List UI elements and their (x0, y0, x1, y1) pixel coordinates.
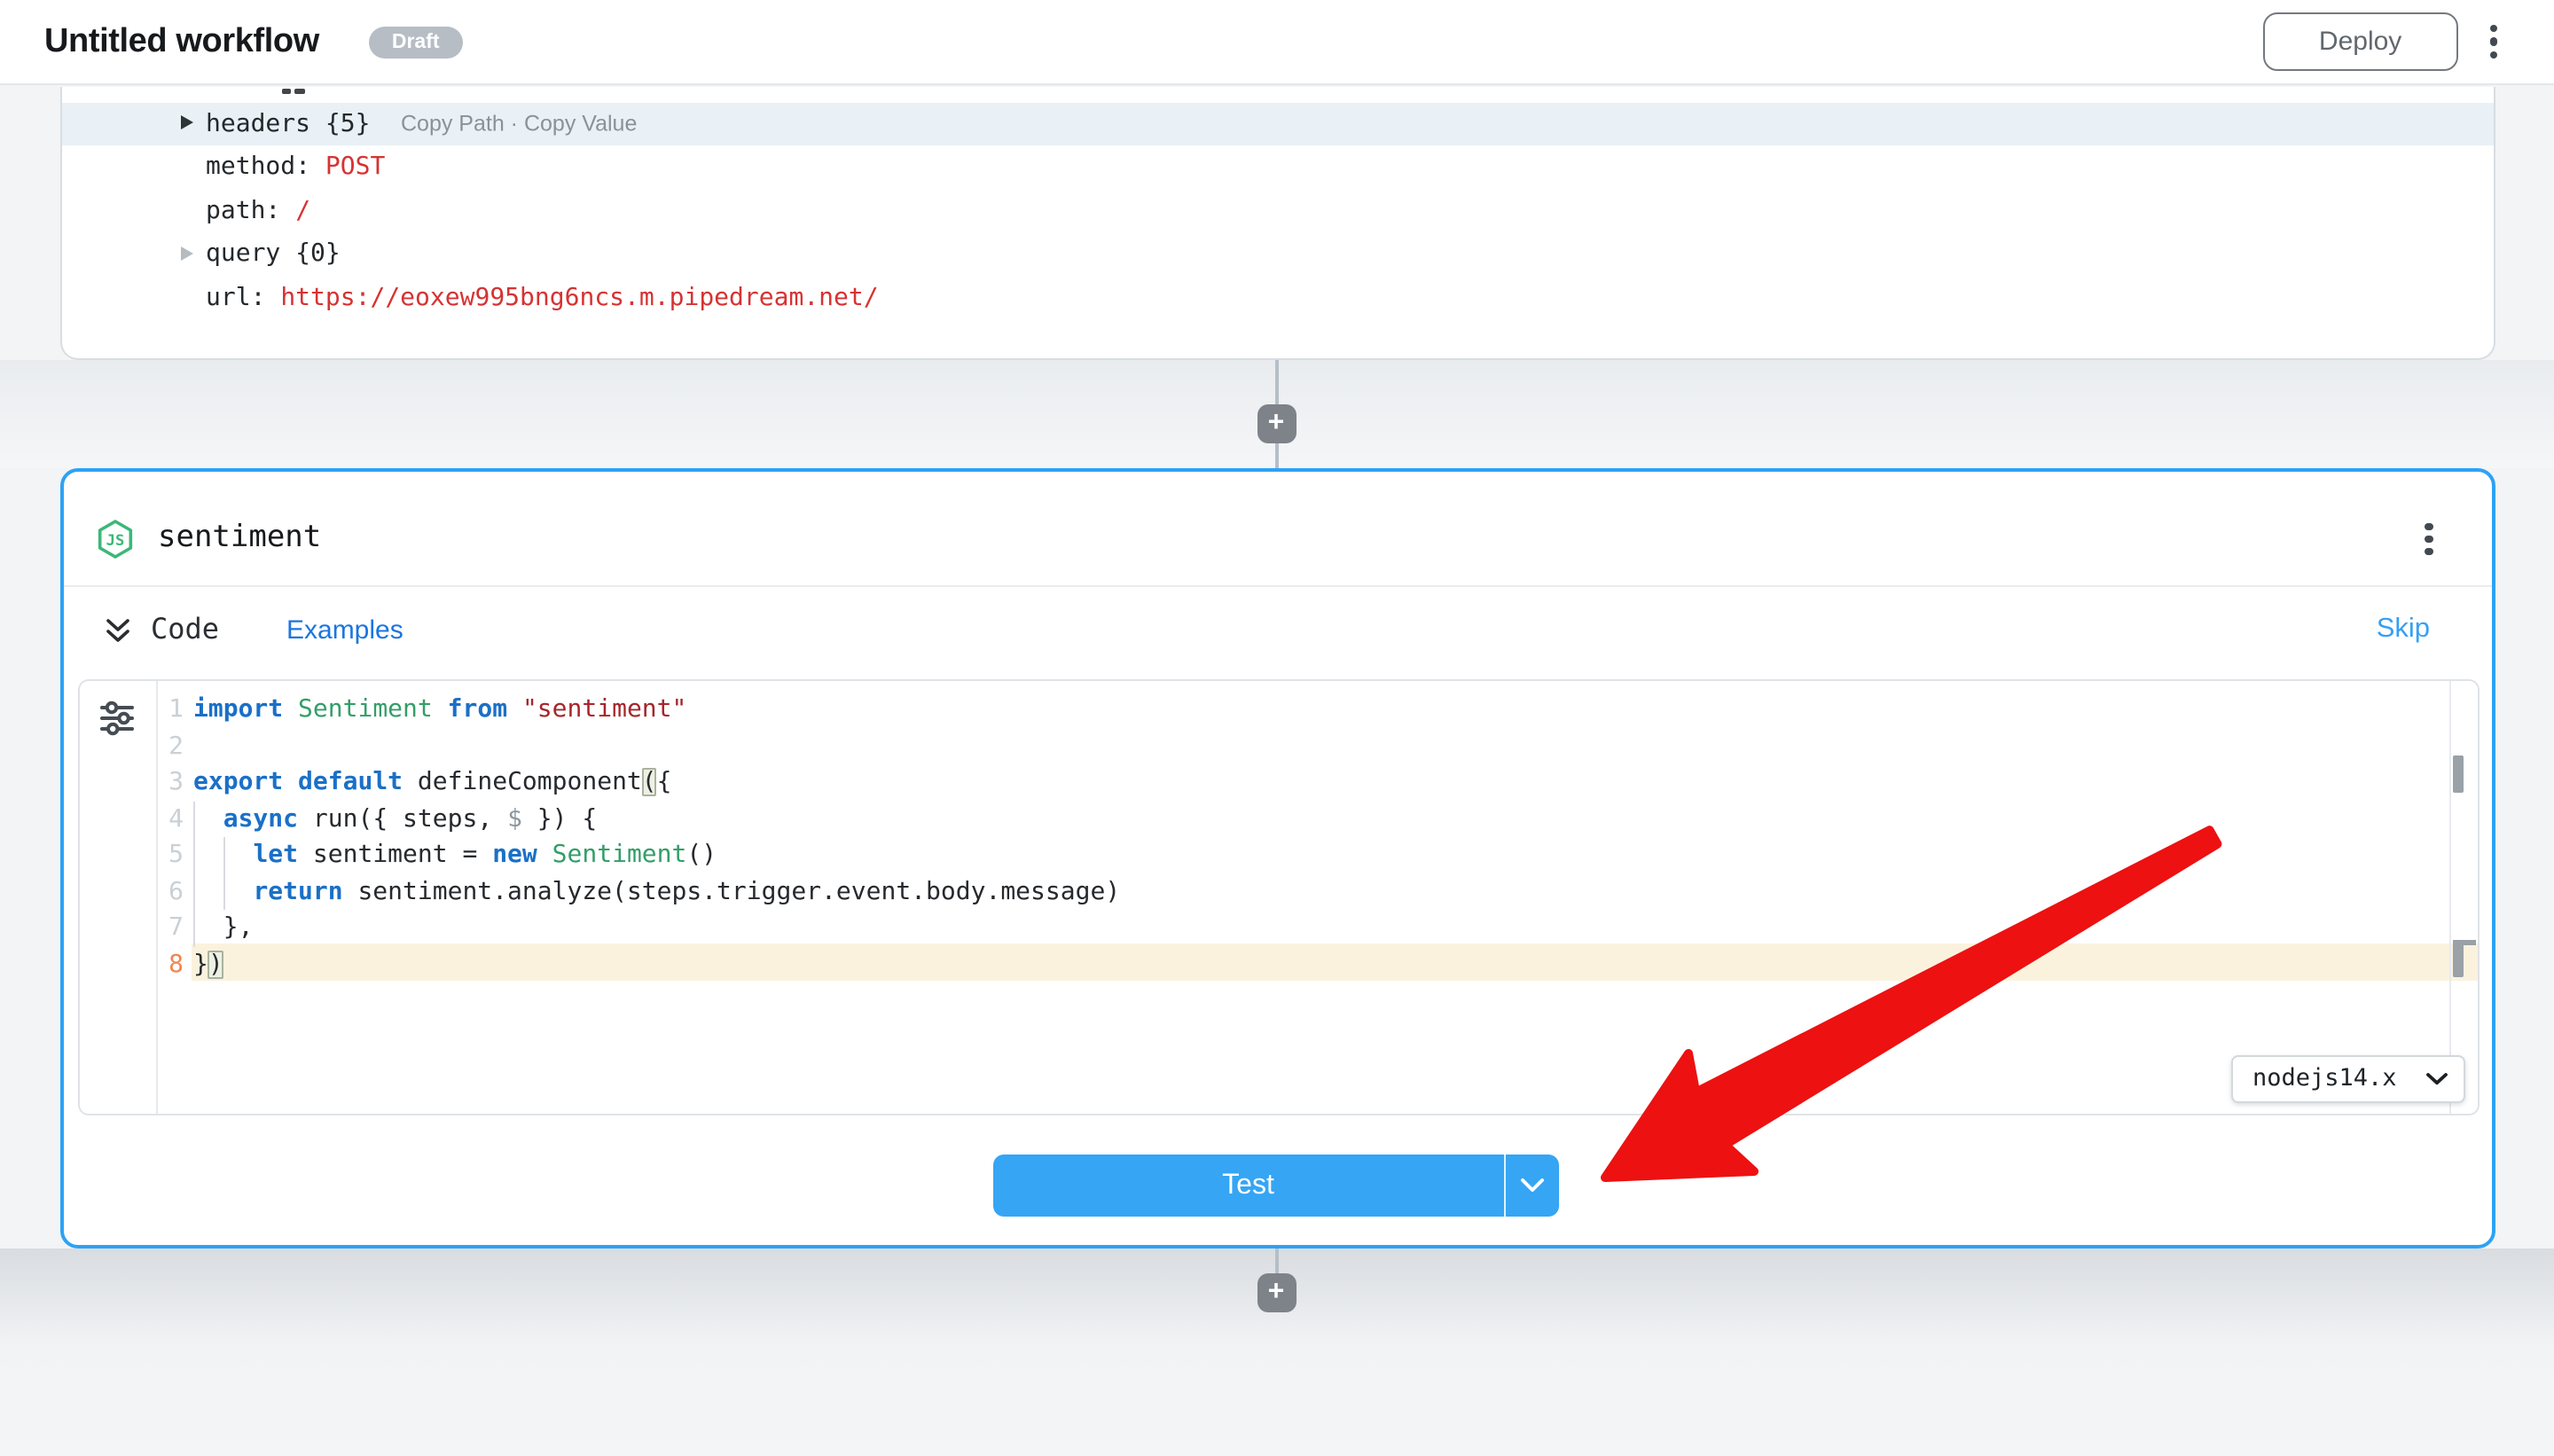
collapse-chevrons-icon[interactable] (104, 617, 130, 646)
clipped-row-fragment (61, 86, 2493, 102)
code-line-4: async run({ steps, $ }) { (193, 801, 1120, 837)
top-header: Untitled workflow Draft Deploy (0, 0, 2554, 85)
code-line-6: return sentiment.analyze(steps.trigger.e… (193, 873, 1120, 910)
event-value: POST (325, 153, 385, 181)
test-options-button[interactable] (1506, 1155, 1559, 1217)
workflow-page: Untitled workflow Draft Deploy headers {… (0, 0, 2554, 1456)
event-key: headers {5} (206, 109, 370, 137)
svg-text:JS: JS (106, 531, 125, 549)
code-line-7: }, (193, 910, 1120, 946)
add-step-button-lower[interactable]: + (1257, 1273, 1296, 1311)
chevron-down-icon (1520, 1178, 1545, 1194)
line-number: 4 (155, 801, 184, 837)
line-number: 8 (155, 946, 184, 982)
draft-badge: Draft (369, 26, 463, 58)
event-value: https://eoxew995bng6ncs.m.pipedream.net/ (280, 283, 878, 311)
skip-link[interactable]: Skip (2377, 614, 2430, 646)
test-button[interactable]: Test (993, 1155, 1503, 1217)
add-step-button-upper[interactable]: + (1257, 404, 1296, 442)
line-number-gutter: 12345678 (155, 692, 184, 982)
editor-icon-gutter (80, 680, 157, 1114)
event-value: / (295, 196, 310, 224)
line-number: 6 (155, 873, 184, 910)
event-key: method: (206, 153, 310, 181)
line-number: 5 (155, 837, 184, 873)
indent-guide (223, 837, 225, 910)
event-row-url: url: https://eoxew995bng6ncs.m.pipedream… (61, 276, 2493, 319)
chevron-down-icon (2426, 1072, 2448, 1084)
event-key: path: (206, 196, 280, 224)
step-card-sentiment: JS sentiment Code Examples Skip (59, 467, 2495, 1248)
scrollbar-thumb[interactable] (2453, 755, 2464, 792)
event-row-headers[interactable]: headers {5} Copy Path · Copy Value (61, 102, 2493, 145)
event-key: url: (206, 283, 265, 311)
code-section-label: Code (151, 612, 219, 646)
code-line-8: }) (193, 946, 1120, 982)
indent-guide (193, 801, 195, 946)
test-split-button: Test (993, 1155, 1559, 1217)
code-section-header: Code Examples Skip (63, 585, 2491, 678)
step-title: sentiment (158, 519, 321, 554)
line-number: 2 (155, 728, 184, 764)
event-row-path: path: / (61, 189, 2493, 232)
editor-scrollbar[interactable] (2449, 680, 2478, 1114)
code-line-5: let sentiment = new Sentiment() (193, 837, 1120, 873)
expand-triangle-icon[interactable] (180, 247, 192, 261)
scrollbar-thumb[interactable] (2453, 940, 2464, 977)
copy-path-copy-value-links[interactable]: Copy Path · Copy Value (401, 102, 637, 145)
editor-settings-icon[interactable] (97, 698, 136, 737)
workflow-menu-icon[interactable] (2483, 18, 2504, 66)
runtime-value: nodejs14.x (2252, 1064, 2397, 1092)
line-number: 3 (155, 764, 184, 801)
event-inspector-panel: headers {5}Copy Path · Copy Valuemethod:… (59, 86, 2495, 359)
code-line-2 (193, 728, 1120, 764)
step-card-header: JS sentiment (63, 471, 2491, 587)
code-line-1: import Sentiment from "sentiment" (193, 692, 1120, 728)
examples-link[interactable]: Examples (286, 615, 403, 646)
code-content[interactable]: import Sentiment from "sentiment" export… (193, 692, 1120, 982)
expand-triangle-icon[interactable] (180, 116, 192, 130)
event-key: query {0} (206, 239, 341, 268)
nodejs-icon: JS (96, 519, 135, 558)
code-editor[interactable]: 12345678 import Sentiment from "sentimen… (78, 678, 2480, 1115)
event-row-query[interactable]: query {0} (61, 232, 2493, 276)
line-number: 7 (155, 910, 184, 946)
line-number: 1 (155, 692, 184, 728)
event-row-method: method: POST (61, 145, 2493, 189)
workflow-title: Untitled workflow (44, 22, 319, 61)
runtime-select[interactable]: nodejs14.x (2231, 1054, 2465, 1102)
step-menu-icon[interactable] (2418, 515, 2440, 563)
code-line-3: export default defineComponent({ (193, 764, 1120, 801)
connector-line-lower (1275, 1248, 1279, 1274)
deploy-button[interactable]: Deploy (2263, 12, 2458, 71)
